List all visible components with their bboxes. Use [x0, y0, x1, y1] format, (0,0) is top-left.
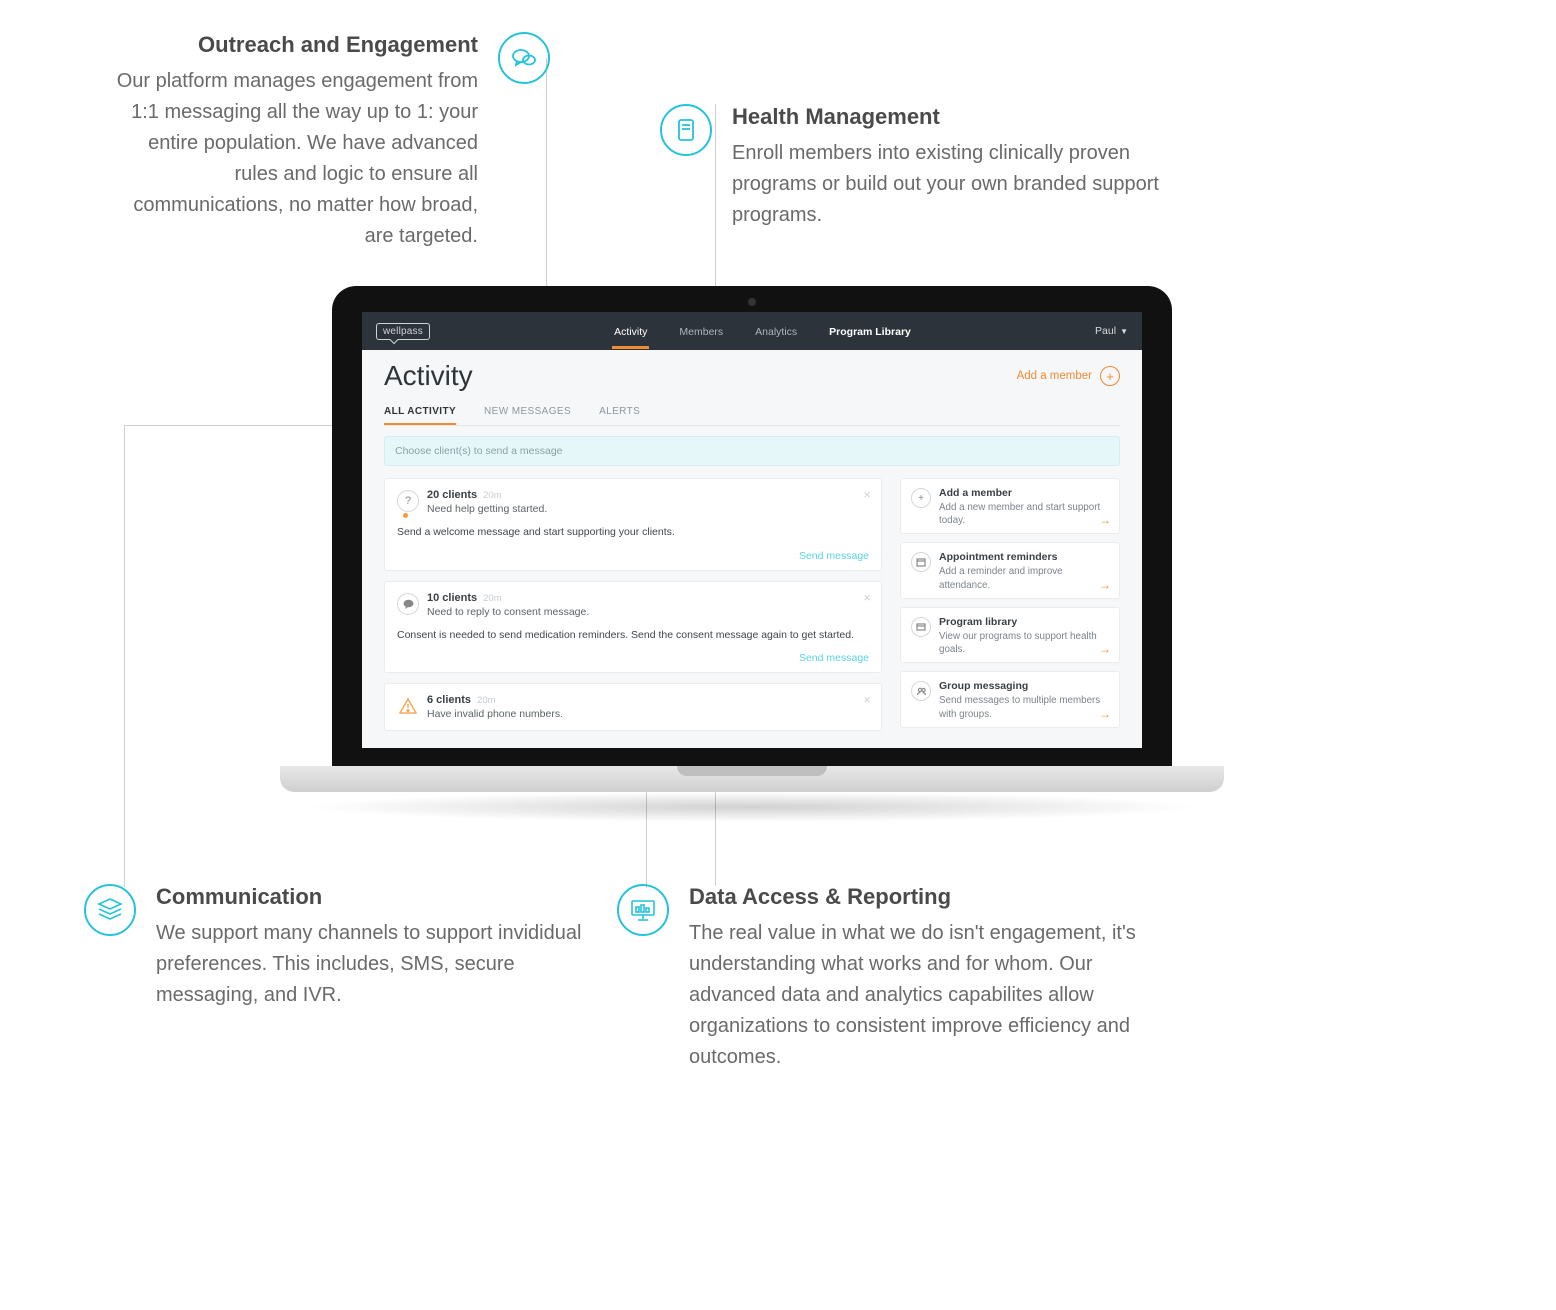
chevron-down-icon: ▼ — [1120, 327, 1128, 336]
feature-body: Enroll members into existing clinically … — [732, 138, 1180, 231]
activity-card: × 6 clients 20m — [384, 683, 882, 731]
activity-card: × 10 clients 20m Ne — [384, 581, 882, 674]
plus-icon: + — [1100, 366, 1120, 386]
card-subtitle: Need to reply to consent message. — [427, 606, 589, 618]
laptop-shadow — [302, 792, 1202, 822]
box-icon — [911, 617, 931, 637]
quick-action-add-member[interactable]: + Add a member Add a new member and star… — [900, 478, 1120, 534]
close-icon[interactable]: × — [863, 590, 871, 605]
brand-logo[interactable]: wellpass — [376, 323, 430, 340]
question-icon: ? — [397, 490, 419, 512]
app-header: wellpass Activity Members Analytics Prog… — [362, 312, 1142, 350]
close-icon[interactable]: × — [863, 487, 871, 502]
quick-action-appointment[interactable]: Appointment reminders Add a reminder and… — [900, 542, 1120, 598]
quick-action-group-messaging[interactable]: Group messaging Send messages to multipl… — [900, 671, 1120, 727]
laptop-mockup: wellpass Activity Members Analytics Prog… — [280, 286, 1224, 822]
feature-body: We support many channels to support invi… — [156, 918, 584, 1011]
arrow-right-icon: → — [1099, 513, 1111, 527]
quick-action-title: Program library — [939, 616, 1017, 628]
feature-communication: Communication We support many channels t… — [84, 884, 584, 1011]
activity-tabs: ALL ACTIVITY NEW MESSAGES ALERTS — [384, 400, 1120, 426]
user-name: Paul — [1095, 325, 1116, 337]
feature-title: Outreach and Engagement — [100, 32, 478, 58]
quick-actions-column: + Add a member Add a new member and star… — [900, 478, 1120, 728]
add-member-button[interactable]: Add a member + — [1017, 366, 1120, 386]
warning-icon — [397, 695, 419, 717]
nav-members[interactable]: Members — [677, 314, 725, 349]
add-member-label: Add a member — [1017, 370, 1092, 382]
laptop-base — [280, 766, 1224, 792]
brand-name: wellpass — [383, 326, 423, 337]
quick-action-title: Appointment reminders — [939, 551, 1057, 563]
feature-body: The real value in what we do isn't engag… — [689, 918, 1177, 1073]
calendar-icon — [911, 552, 931, 572]
quick-action-desc: View our programs to support health goal… — [939, 630, 1109, 656]
card-count: 10 clients — [427, 592, 477, 604]
layers-icon — [84, 884, 136, 936]
plus-icon: + — [911, 488, 931, 508]
connector-line — [124, 425, 125, 887]
send-message-link[interactable]: Send message — [799, 652, 869, 664]
arrow-right-icon: → — [1099, 707, 1111, 721]
choose-clients-input[interactable]: Choose client(s) to send a message — [384, 436, 1120, 466]
quick-action-title: Add a member — [939, 487, 1012, 499]
card-subtitle: Need help getting started. — [427, 503, 547, 515]
close-icon[interactable]: × — [863, 692, 871, 707]
message-icon — [397, 593, 419, 615]
app-window: wellpass Activity Members Analytics Prog… — [362, 312, 1142, 748]
status-dot — [403, 513, 408, 518]
clipboard-icon — [660, 104, 712, 156]
camera-dot — [748, 298, 756, 306]
user-menu[interactable]: Paul ▼ — [1095, 325, 1128, 337]
feature-outreach: Outreach and Engagement Our platform man… — [100, 32, 550, 252]
feature-title: Data Access & Reporting — [689, 884, 1177, 910]
nav-program-library[interactable]: Program Library — [827, 314, 913, 349]
feature-body: Our platform manages engagement from 1:1… — [100, 66, 478, 252]
tab-new-messages[interactable]: NEW MESSAGES — [484, 400, 571, 425]
group-icon — [911, 681, 931, 701]
feature-title: Communication — [156, 884, 584, 910]
quick-action-title: Group messaging — [939, 680, 1028, 692]
chat-bubbles-icon — [498, 32, 550, 84]
card-subtitle: Have invalid phone numbers. — [427, 708, 563, 720]
nav-activity[interactable]: Activity — [612, 314, 649, 349]
page-title: Activity — [384, 360, 473, 392]
tab-alerts[interactable]: ALERTS — [599, 400, 640, 425]
card-body: Send a welcome message and start support… — [397, 525, 869, 540]
send-message-link[interactable]: Send message — [799, 550, 869, 562]
arrow-right-icon: → — [1099, 578, 1111, 592]
quick-action-desc: Add a new member and start support today… — [939, 501, 1109, 527]
main-nav: Activity Members Analytics Program Libra… — [612, 314, 913, 349]
feature-title: Health Management — [732, 104, 1180, 130]
quick-action-desc: Send messages to multiple members with g… — [939, 694, 1109, 720]
card-count: 20 clients — [427, 489, 477, 501]
presentation-icon — [617, 884, 669, 936]
card-count: 6 clients — [427, 694, 471, 706]
activity-card: × ? 20 clients 20m Need help getting sta… — [384, 478, 882, 571]
card-time: 20m — [483, 490, 501, 501]
card-body: Consent is needed to send medication rem… — [397, 628, 869, 643]
quick-action-program-library[interactable]: Program library View our programs to sup… — [900, 607, 1120, 663]
card-time: 20m — [483, 593, 501, 604]
tab-all-activity[interactable]: ALL ACTIVITY — [384, 400, 456, 425]
quick-action-desc: Add a reminder and improve attendance. — [939, 565, 1109, 591]
feature-data: Data Access & Reporting The real value i… — [617, 884, 1177, 1073]
arrow-right-icon: → — [1099, 642, 1111, 656]
nav-analytics[interactable]: Analytics — [753, 314, 799, 349]
feature-health: Health Management Enroll members into ex… — [660, 104, 1180, 231]
activity-cards-column: × ? 20 clients 20m Need help getting sta… — [384, 478, 882, 731]
card-time: 20m — [477, 695, 495, 706]
